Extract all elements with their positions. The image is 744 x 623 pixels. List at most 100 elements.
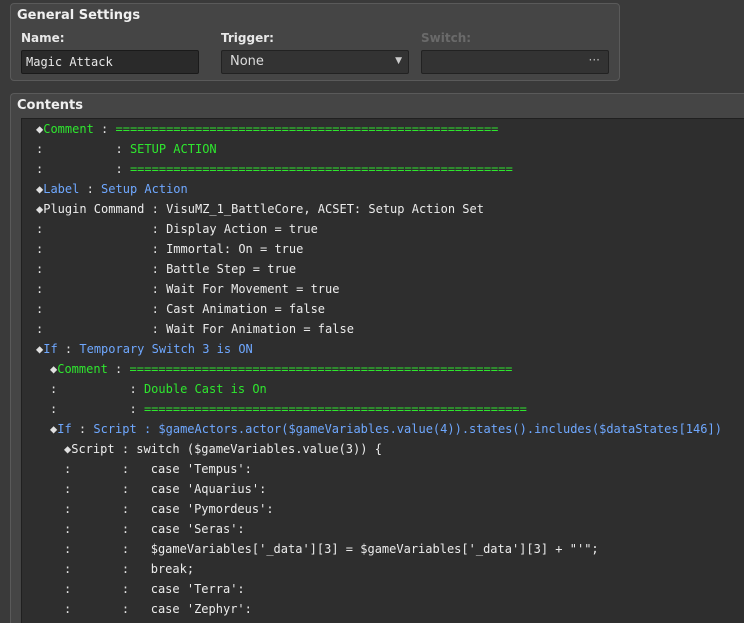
command-name: Script xyxy=(71,442,115,456)
command-row[interactable]: : : ====================================… xyxy=(22,399,744,419)
command-params: SETUP ACTION xyxy=(129,142,217,156)
separator: : xyxy=(107,362,130,376)
command-name: Comment xyxy=(57,362,108,376)
command-row[interactable]: ◆Comment : =============================… xyxy=(22,119,744,139)
command-row[interactable]: : : Wait For Movement = true xyxy=(22,279,744,299)
command-name xyxy=(43,222,144,236)
command-name xyxy=(71,562,114,576)
command-name xyxy=(43,322,144,336)
command-name xyxy=(71,602,114,616)
command-row[interactable]: : : Double Cast is On xyxy=(22,379,744,399)
command-name: Plugin Command xyxy=(43,202,145,216)
command-row[interactable]: ◆If : Temporary Switch 3 is ON xyxy=(22,339,744,359)
contents-title: Contents xyxy=(17,98,83,113)
command-params: Wait For Animation = false xyxy=(166,322,354,336)
general-settings-title: General Settings xyxy=(17,8,141,23)
command-row[interactable]: : : Display Action = true xyxy=(22,219,744,239)
command-params: ========================================… xyxy=(129,362,513,376)
command-name xyxy=(71,502,114,516)
command-params: Wait For Movement = true xyxy=(166,282,340,296)
separator: : xyxy=(144,262,167,276)
command-params: case 'Zephyr': xyxy=(136,602,252,616)
trigger-label: Trigger: xyxy=(221,31,274,45)
command-params: Display Action = true xyxy=(166,222,318,236)
command-row[interactable]: : : case 'Tempus': xyxy=(22,459,744,479)
trigger-select[interactable]: None ▼ xyxy=(221,50,409,74)
command-row[interactable]: : : case 'Zephyr': xyxy=(22,599,744,619)
command-row[interactable]: ◆Script : switch ($gameVariables.value(3… xyxy=(22,439,744,459)
command-name xyxy=(43,302,144,316)
separator: : xyxy=(114,562,137,576)
separator: : xyxy=(108,142,130,156)
command-name xyxy=(43,162,108,176)
command-params: Double Cast is On xyxy=(143,382,267,396)
general-settings-panel: General Settings Name: Trigger: None ▼ S… xyxy=(10,3,620,81)
command-name xyxy=(71,482,114,496)
command-row[interactable]: ◆Plugin Command : VisuMZ_1_BattleCore, A… xyxy=(22,199,744,219)
command-row[interactable]: : : SETUP ACTION xyxy=(22,139,744,159)
separator: : xyxy=(114,582,137,596)
command-row[interactable]: ◆Comment : =============================… xyxy=(22,359,744,379)
switch-label: Switch: xyxy=(421,31,472,45)
event-command-list[interactable]: ◆Comment : =============================… xyxy=(21,118,744,623)
command-params: ========================================… xyxy=(115,122,499,136)
separator: : xyxy=(93,122,116,136)
command-name xyxy=(71,542,114,556)
switch-field[interactable]: ··· xyxy=(421,50,609,74)
command-row[interactable]: : : case 'Terra': xyxy=(22,579,744,599)
separator: : xyxy=(114,602,137,616)
command-row[interactable]: : : break; xyxy=(22,559,744,579)
chevron-down-icon: ▼ xyxy=(395,56,402,66)
contents-panel: Contents ◆Comment : ====================… xyxy=(10,93,744,623)
command-name xyxy=(71,582,114,596)
command-name: If xyxy=(43,342,58,356)
command-name xyxy=(43,282,144,296)
command-name xyxy=(71,462,114,476)
separator: : xyxy=(144,222,167,236)
command-row[interactable]: : : Immortal: On = true xyxy=(22,239,744,259)
command-row[interactable]: : : Cast Animation = false xyxy=(22,299,744,319)
command-params: case 'Terra': xyxy=(136,582,245,596)
command-params: case 'Seras': xyxy=(136,522,245,536)
separator: : xyxy=(122,402,144,416)
separator: : xyxy=(144,242,167,256)
separator: : xyxy=(114,442,137,456)
command-params: $gameVariables['_data'][3] = $gameVariab… xyxy=(136,542,599,556)
separator: : xyxy=(57,342,80,356)
name-input[interactable] xyxy=(21,50,199,74)
ellipsis-icon[interactable]: ··· xyxy=(589,53,600,67)
command-params: case 'Aquarius': xyxy=(136,482,267,496)
trigger-value: None xyxy=(230,54,264,69)
command-params: ========================================… xyxy=(129,162,513,176)
command-row[interactable]: ◆If : Script : $gameActors.actor($gameVa… xyxy=(22,419,744,439)
command-row[interactable]: ◆Label : Setup Action xyxy=(22,179,744,199)
command-row[interactable]: : : case 'Seras': xyxy=(22,519,744,539)
separator: : xyxy=(79,182,102,196)
command-name xyxy=(57,402,122,416)
command-row[interactable]: : : case 'Pymordeus': xyxy=(22,499,744,519)
separator: : xyxy=(144,202,167,216)
command-name xyxy=(43,242,144,256)
separator: : xyxy=(144,322,167,336)
command-row[interactable]: : : $gameVariables['_data'][3] = $gameVa… xyxy=(22,539,744,559)
separator: : xyxy=(122,382,144,396)
command-name xyxy=(43,142,108,156)
command-name xyxy=(71,522,114,536)
command-params: case 'Tempus': xyxy=(136,462,252,476)
command-row[interactable]: : : Wait For Animation = false xyxy=(22,319,744,339)
separator: : xyxy=(114,462,137,476)
command-params: ========================================… xyxy=(143,402,527,416)
command-name xyxy=(43,262,144,276)
command-params: Setup Action xyxy=(101,182,188,196)
command-params: break; xyxy=(136,562,195,576)
separator: : xyxy=(114,482,137,496)
command-params: Immortal: On = true xyxy=(166,242,304,256)
separator: : xyxy=(114,502,137,516)
command-params: case 'Pymordeus': xyxy=(136,502,274,516)
command-row[interactable]: : : ====================================… xyxy=(22,159,744,179)
command-row[interactable]: : : Battle Step = true xyxy=(22,259,744,279)
command-row[interactable]: : : case 'Aquarius': xyxy=(22,479,744,499)
command-name: Label xyxy=(43,182,80,196)
name-label: Name: xyxy=(21,31,65,45)
command-name: If xyxy=(57,422,72,436)
